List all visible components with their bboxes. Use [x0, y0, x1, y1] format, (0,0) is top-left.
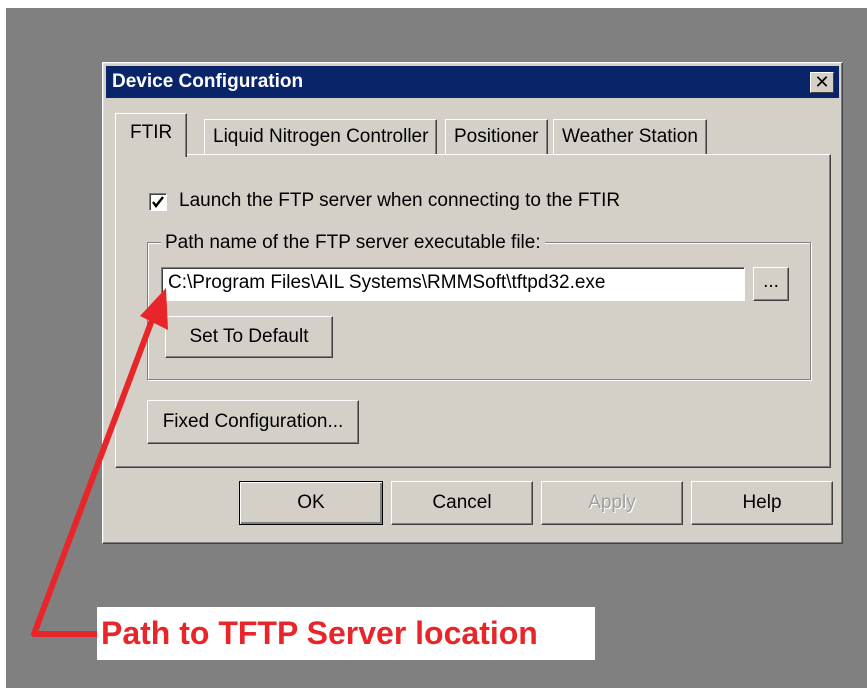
arrow-head-icon — [140, 288, 168, 330]
tab-label: FTIR — [130, 122, 173, 143]
tab-ftir[interactable]: FTIR — [115, 113, 188, 157]
arrow-line — [31, 318, 155, 637]
annotation-caption: Path to TFTP Server location — [97, 607, 595, 660]
annotation-arrow — [31, 288, 168, 637]
